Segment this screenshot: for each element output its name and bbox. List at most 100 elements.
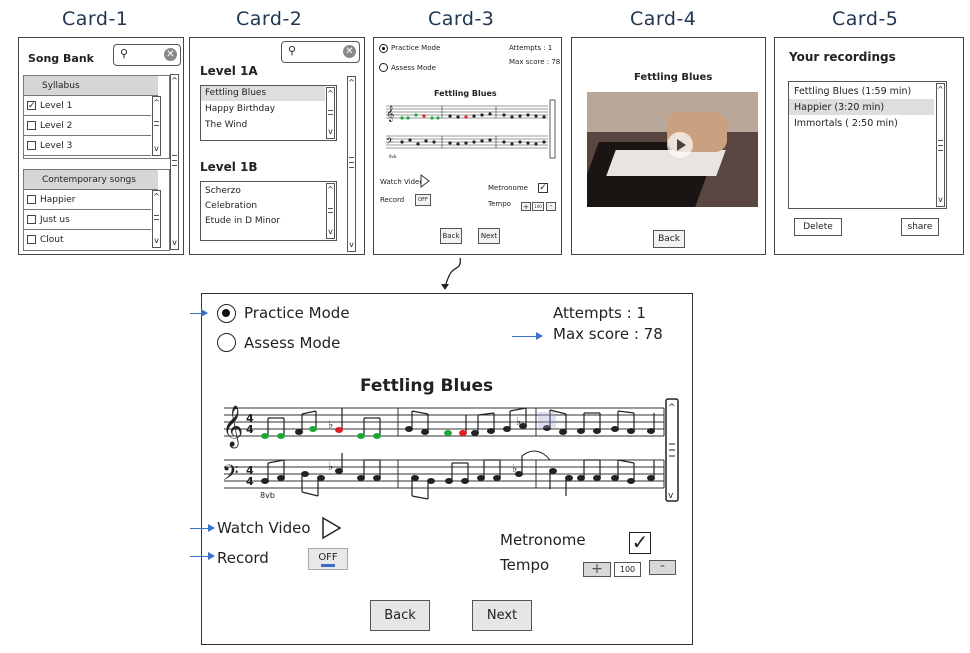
- next-button[interactable]: Next: [472, 600, 532, 631]
- syllabus-header: Syllabus: [24, 76, 158, 96]
- happier-checkbox[interactable]: [27, 195, 36, 204]
- practice-detail-panel: Practice Mode Assess Mode Attempts : 1 M…: [201, 293, 693, 645]
- card-2-levels: ⚲ ✕ Level 1A Fettling Blues Happy Birthd…: [189, 37, 365, 255]
- annotation-arrow-practice-mode-head: [201, 309, 208, 317]
- recording-item[interactable]: Fettling Blues (1:59 min): [794, 86, 911, 97]
- svg-text:♭: ♭: [328, 418, 333, 431]
- play-icon[interactable]: [420, 174, 430, 188]
- syllabus-row-level-2[interactable]: Level 2: [24, 116, 151, 136]
- record-toggle[interactable]: OFF: [308, 548, 348, 570]
- video-title: Fettling Blues: [634, 72, 713, 83]
- level-1b-item[interactable]: Scherzo: [205, 186, 241, 196]
- card-1-scrollbar[interactable]: ^ v: [170, 74, 179, 250]
- card-5-recordings: Your recordings Fettling Blues (1:59 min…: [774, 37, 964, 255]
- contemporary-row-happier[interactable]: Happier: [24, 190, 151, 210]
- syllabus-row-level-1[interactable]: ✓ Level 1: [24, 96, 151, 116]
- search-input[interactable]: ⚲ ✕: [113, 44, 181, 66]
- song-bank-title: Song Bank: [28, 52, 94, 65]
- metronome-checkbox[interactable]: ✓: [629, 532, 651, 554]
- just-us-checkbox[interactable]: [27, 215, 36, 224]
- annotation-arrow-score-head: [536, 332, 543, 340]
- svg-text:𝄢: 𝄢: [386, 136, 393, 149]
- level-1b-item[interactable]: Celebration: [205, 201, 257, 211]
- assess-mode-radio[interactable]: [217, 333, 236, 352]
- max-score-label: Max score : 78: [553, 325, 663, 343]
- contemporary-list: Contemporary songs Happier Just us Clout…: [23, 169, 170, 251]
- attempts-label: Attempts : 1: [553, 304, 646, 322]
- recording-item[interactable]: Immortals ( 2:50 min): [794, 118, 898, 129]
- level-1a-list: Fettling Blues Happy Birthday The Wind ^…: [200, 85, 337, 141]
- annotation-arrow-score: [512, 336, 538, 337]
- contemporary-row-just-us[interactable]: Just us: [24, 210, 151, 230]
- song-title: Fettling Blues: [360, 376, 494, 396]
- search-icon: ⚲: [288, 44, 297, 57]
- contemporary-row-clout[interactable]: Clout: [24, 230, 151, 250]
- syllabus-row-level-3[interactable]: Level 3: [24, 136, 151, 156]
- tempo-decrease-button[interactable]: -: [649, 559, 676, 575]
- delete-button[interactable]: Delete: [794, 218, 842, 236]
- record-label: Record: [217, 549, 269, 567]
- card-5-title: Card-5: [832, 8, 899, 30]
- card-1-title: Card-1: [62, 8, 129, 30]
- play-icon[interactable]: [667, 132, 693, 158]
- level-1b-scrollbar[interactable]: ^ v: [326, 183, 335, 239]
- level-1b-heading: Level 1B: [200, 160, 258, 174]
- clear-search-icon[interactable]: ✕: [343, 45, 356, 58]
- clout-checkbox[interactable]: [27, 235, 36, 244]
- record-toggle[interactable]: OFF: [415, 194, 431, 206]
- recordings-title: Your recordings: [789, 50, 896, 64]
- assess-mode-label: Assess Mode: [244, 334, 341, 352]
- back-button[interactable]: Back: [653, 230, 685, 248]
- contemporary-header: Contemporary songs: [24, 170, 158, 190]
- svg-text:𝄞: 𝄞: [386, 106, 394, 122]
- tempo-value-field[interactable]: 100: [614, 562, 641, 577]
- card-4-title: Card-4: [630, 8, 697, 30]
- level-1-checkbox[interactable]: ✓: [27, 101, 36, 111]
- practice-mode-radio[interactable]: [217, 304, 236, 323]
- level-2-checkbox[interactable]: [27, 121, 36, 130]
- tempo-increase-button[interactable]: +: [521, 202, 531, 211]
- tempo-decrease-button[interactable]: -: [546, 202, 556, 211]
- play-icon[interactable]: [321, 516, 343, 540]
- video-player[interactable]: [587, 92, 758, 207]
- practice-mode-radio[interactable]: [379, 44, 388, 53]
- level-1a-scrollbar[interactable]: ^ v: [326, 87, 335, 139]
- annotation-arrow-watch-video-head: [208, 524, 215, 532]
- level-1a-item[interactable]: Fettling Blues: [205, 88, 266, 98]
- svg-text:4: 4: [246, 475, 254, 488]
- share-button[interactable]: share: [901, 218, 939, 236]
- clear-search-icon[interactable]: ✕: [164, 48, 177, 61]
- svg-text:^: ^: [668, 403, 676, 413]
- recording-item[interactable]: Happier (3:20 min): [794, 102, 884, 113]
- tempo-label: Tempo: [500, 556, 550, 574]
- next-button[interactable]: Next: [478, 228, 500, 244]
- annotation-arrow-watch-video: [190, 528, 210, 529]
- level-1a-item[interactable]: The Wind: [205, 120, 247, 130]
- tempo-increase-button[interactable]: +: [583, 562, 611, 577]
- practice-mode-label: Practice Mode: [391, 44, 441, 52]
- level-1b-list: Scherzo Celebration Etude in D Minor ^ v: [200, 181, 337, 241]
- back-button[interactable]: Back: [370, 600, 430, 631]
- assess-mode-label: Assess Mode: [391, 64, 436, 72]
- tempo-value-field[interactable]: 100: [532, 202, 544, 211]
- contemporary-scrollbar[interactable]: ^ v: [152, 190, 161, 248]
- annotation-arrow-record-head: [208, 552, 215, 560]
- card-3-title: Card-3: [428, 8, 495, 30]
- watch-video-label: Watch Video: [217, 519, 311, 537]
- card-2-scrollbar[interactable]: ^ v: [347, 76, 356, 252]
- recordings-list: Fettling Blues (1:59 min) Happier (3:20 …: [788, 81, 947, 209]
- sheet-music: 𝄞 𝄢 8vb: [386, 99, 556, 159]
- syllabus-scrollbar[interactable]: ^ v: [152, 96, 161, 156]
- level-1a-item[interactable]: Happy Birthday: [205, 104, 275, 114]
- recordings-scrollbar[interactable]: ^ v: [936, 83, 945, 207]
- metronome-checkbox[interactable]: ✓: [538, 183, 548, 193]
- assess-mode-radio[interactable]: [379, 63, 388, 72]
- level-3-checkbox[interactable]: [27, 141, 36, 150]
- song-title: Fettling Blues: [434, 89, 497, 98]
- syllabus-list: Syllabus ✓ Level 1 Level 2 Level 3 ^ v: [23, 75, 170, 159]
- search-input[interactable]: ⚲ ✕: [281, 41, 360, 63]
- record-label: Record: [380, 196, 405, 204]
- level-1b-item[interactable]: Etude in D Minor: [205, 216, 280, 226]
- practice-mode-label: Practice Mode: [244, 304, 350, 322]
- back-button[interactable]: Back: [440, 228, 462, 244]
